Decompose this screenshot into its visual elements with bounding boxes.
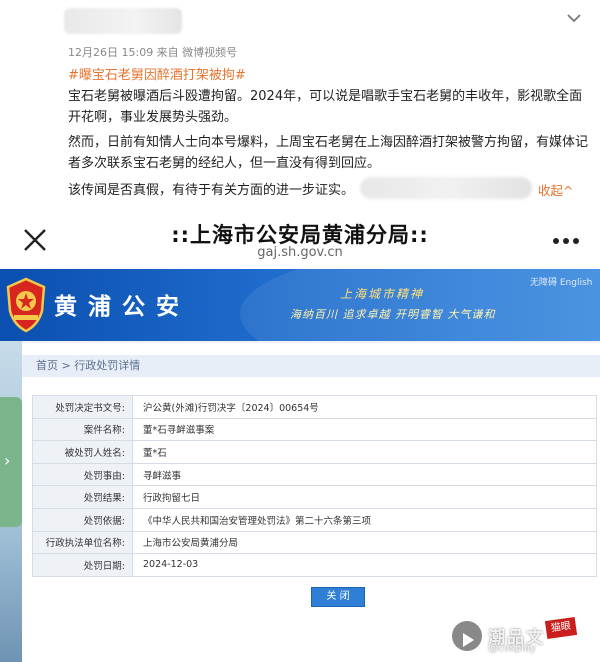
row-label: 处罚依据: (32, 507, 133, 532)
post-paragraph-2: 然而，日前有知情人士向本号爆料，上周宝石老舅在上海因醉酒打架被警方拘留，有媒体记… (68, 135, 589, 171)
embedded-screenshot: ::上海市公安局黄浦分局:: gaj.sh.gov.cn 黄浦公安 上海城市精神… (0, 207, 600, 662)
table-row: 被处罚人姓名: 董*石 (32, 440, 597, 464)
chevron-down-icon[interactable] (564, 8, 584, 28)
banner-slogan: 海纳百川 追求卓越 开明睿智 大气谦和 (290, 308, 496, 321)
table-row: 处罚事由: 寻衅滋事 (32, 462, 597, 487)
brand-title: 黄浦公安 (54, 294, 190, 320)
hashtag-link[interactable]: #曝宝石老舅因醉酒打架被拘# (68, 64, 246, 83)
table-row: 处罚结果: 行政拘留七日 (32, 485, 597, 509)
row-value: 《中华人民共和国治安管理处罚法》第二十六条第三项 (132, 507, 597, 532)
table-row: 行政执法单位名称: 上海市公安局黄浦分局 (32, 530, 597, 555)
row-label: 行政执法单位名称: (32, 530, 133, 555)
row-label: 被处罚人姓名: (32, 440, 133, 464)
post-paragraph-3: 该传闻是否真假，有待于有关方面的进一步证实。 (68, 183, 355, 198)
author-name-blurred[interactable] (64, 8, 182, 34)
row-label: 处罚事由: (32, 462, 133, 487)
breadcrumb[interactable]: 首页 > 行政处罚详情 (22, 355, 600, 377)
banner-slogan-title: 上海城市精神 (340, 287, 425, 301)
police-emblem-icon (6, 277, 46, 333)
penalty-detail-panel: 首页 > 行政处罚详情 处罚决定书文号: 沪公黄(外滩)行罚决字〔2024〕00… (22, 343, 600, 662)
row-value: 沪公黄(外滩)行罚决字〔2024〕00654号 (132, 395, 597, 419)
table-row: 处罚决定书文号: 沪公黄(外滩)行罚决字〔2024〕00654号 (32, 395, 597, 419)
row-label: 案件名称: (32, 417, 133, 442)
row-label: 处罚日期: (32, 553, 133, 577)
watermark-stamp: 猫眼 (544, 617, 578, 639)
table-row: 案件名称: 董*石寻衅滋事案 (32, 417, 597, 442)
post-meta: 12月26日 15:09 来自 微博视频号 (68, 46, 238, 59)
weibo-post: 12月26日 15:09 来自 微博视频号 #曝宝石老舅因醉酒打架被拘# 宝石老… (0, 0, 600, 207)
chevron-right-icon: › (4, 451, 11, 470)
blurred-link[interactable] (360, 177, 532, 199)
table-row: 处罚日期: 2024-12-03 (32, 553, 597, 577)
row-label: 处罚决定书文号: (32, 395, 133, 419)
browser-header: ::上海市公安局黄浦分局:: gaj.sh.gov.cn (0, 207, 600, 269)
page-url: gaj.sh.gov.cn (257, 245, 343, 260)
penalty-table: 处罚决定书文号: 沪公黄(外滩)行罚决字〔2024〕00654号 案件名称: 董… (32, 395, 597, 577)
row-value: 行政拘留七日 (132, 485, 597, 509)
site-banner: 黄浦公安 上海城市精神 海纳百川 追求卓越 开明睿智 大气谦和 无障碍 Engl… (0, 269, 600, 341)
row-value: 董*石寻衅滋事案 (132, 417, 597, 442)
row-value: 上海市公安局黄浦分局 (132, 530, 597, 555)
more-icon[interactable] (552, 237, 580, 245)
row-value: 2024-12-03 (132, 553, 597, 577)
row-value: 董*石 (132, 440, 597, 464)
watermark: 潮品文 猫眼 @cosplay (452, 617, 600, 657)
play-icon (452, 621, 482, 651)
accessibility-link[interactable]: 无障碍 English (530, 275, 592, 288)
close-button[interactable]: 关 闭 (311, 587, 365, 607)
watermark-sub: @cosplay (488, 643, 536, 654)
post-paragraph-1: 宝石老舅被曝酒后斗殴遭拘留。2024年，可以说是唱歌手宝石老舅的丰收年，影视歌全… (68, 89, 583, 125)
row-label: 处罚结果: (32, 485, 133, 509)
row-value: 寻衅滋事 (132, 462, 597, 487)
collapse-link[interactable]: 收起^ (538, 180, 573, 199)
side-nav-button[interactable]: › (0, 397, 22, 527)
table-row: 处罚依据: 《中华人民共和国治安管理处罚法》第二十六条第三项 (32, 507, 597, 532)
